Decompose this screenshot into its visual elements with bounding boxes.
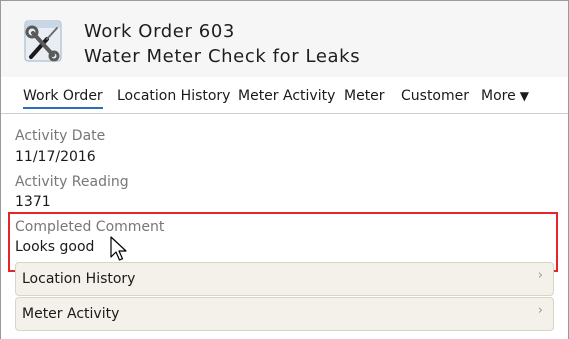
mouse-pointer-icon <box>110 236 127 261</box>
tab-meter-activity[interactable]: Meter Activity <box>238 88 335 104</box>
page-title: Work Order 603 <box>84 21 235 42</box>
section-meter-activity-label: Meter Activity <box>22 306 120 322</box>
tab-meter[interactable]: Meter <box>344 88 385 104</box>
chevron-right-icon: › <box>537 268 543 283</box>
activity-date-value: 11/17/2016 <box>15 149 96 165</box>
section-location-history[interactable]: Location History › <box>15 262 554 296</box>
section-meter-activity[interactable]: Meter Activity › <box>15 297 554 331</box>
activity-date-label: Activity Date <box>15 128 106 144</box>
tab-work-order[interactable]: Work Order <box>23 88 103 109</box>
tab-customer[interactable]: Customer <box>401 88 469 104</box>
tab-more[interactable]: More ▼ <box>481 88 529 104</box>
wrench-screwdriver-icon <box>24 20 62 62</box>
page-header: Work Order 603 Water Meter Check for Lea… <box>1 1 568 77</box>
section-location-history-label: Location History <box>22 271 136 287</box>
tab-location-history[interactable]: Location History <box>117 88 230 104</box>
page-subtitle: Water Meter Check for Leaks <box>84 46 361 67</box>
chevron-right-icon: › <box>537 303 543 318</box>
tab-bar: Work Order Location History Meter Activi… <box>1 78 568 114</box>
activity-reading-value: 1371 <box>15 194 51 210</box>
caret-down-icon: ▼ <box>519 89 529 103</box>
tab-more-label: More <box>481 88 516 104</box>
activity-reading-label: Activity Reading <box>15 174 129 190</box>
